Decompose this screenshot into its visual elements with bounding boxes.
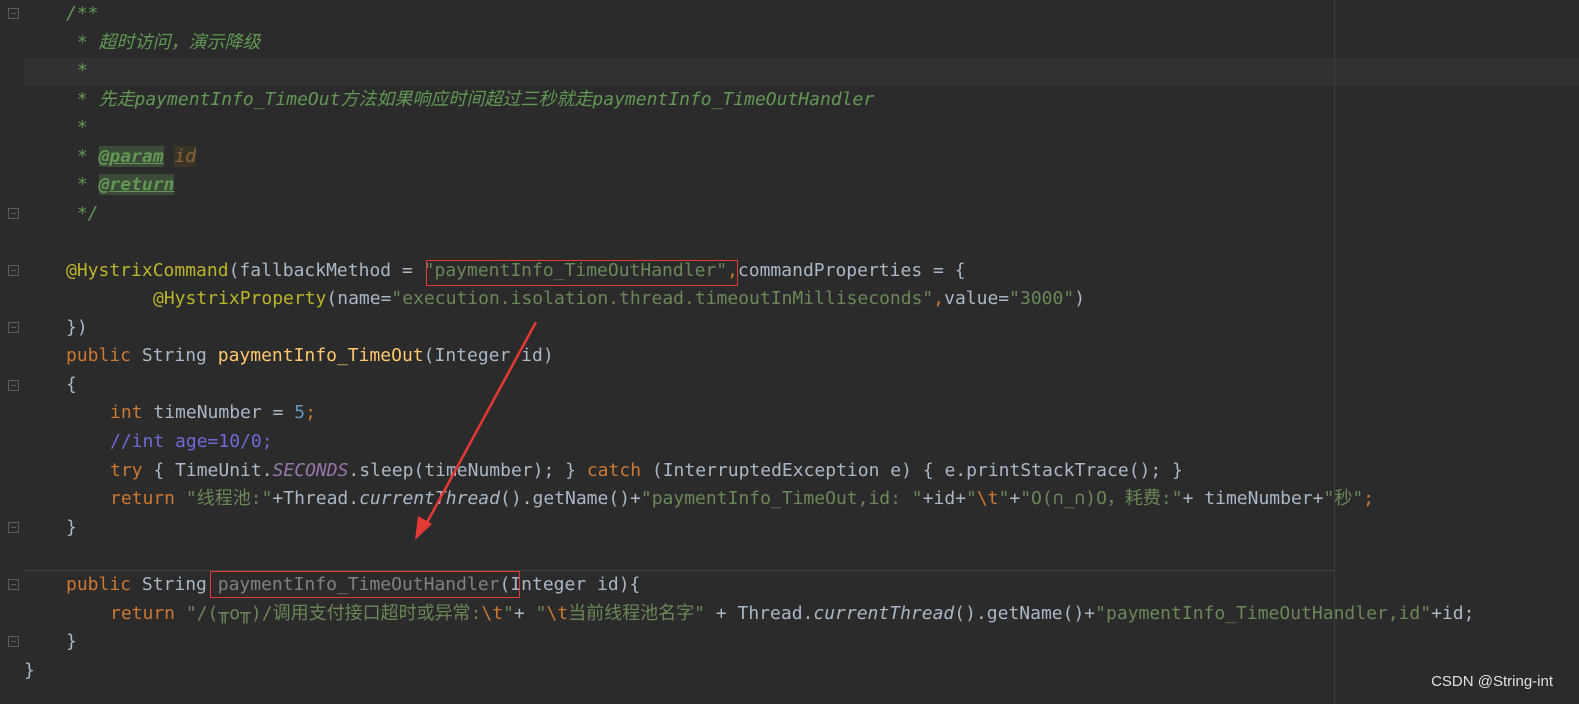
annotation-arrow [415, 321, 538, 540]
code-editor[interactable]: /** * 超时访问，演示降级 * * 先走paymentInfo_TimeOu… [0, 0, 1579, 704]
watermark: CSDN @String-int [1431, 673, 1553, 690]
